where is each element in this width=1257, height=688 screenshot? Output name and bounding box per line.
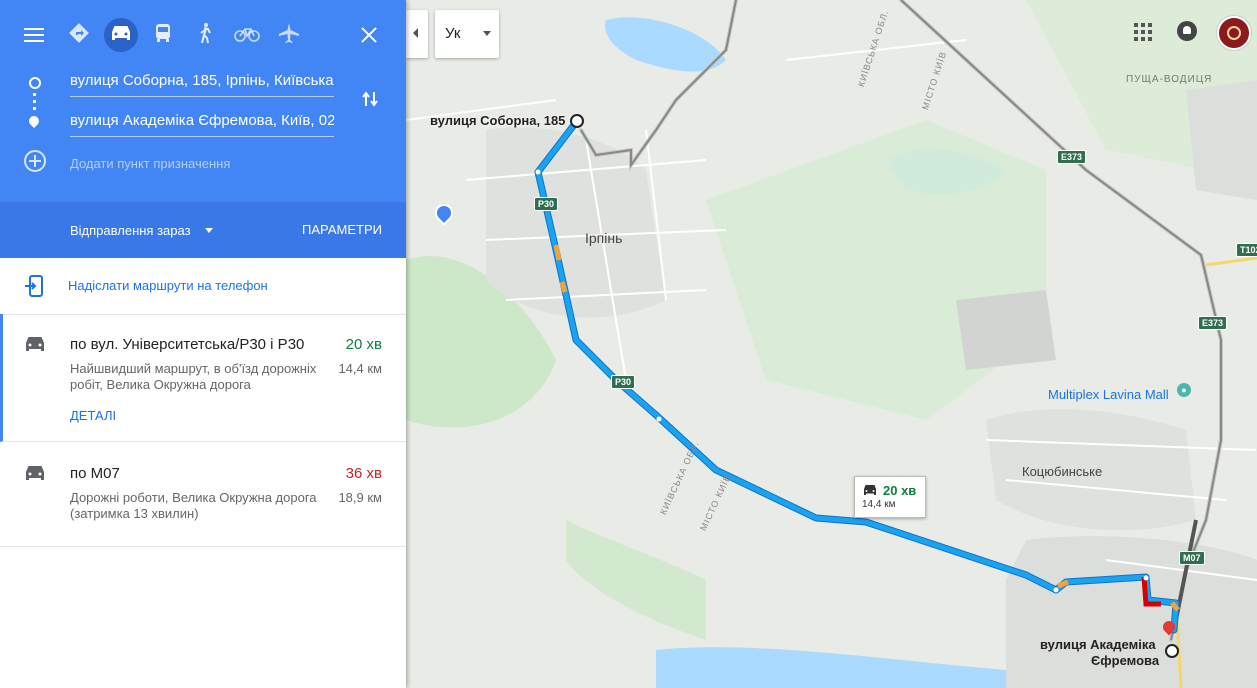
origin-label: вулиця Соборна, 185 [430, 113, 566, 128]
destination-label-line2: Єфремова [1091, 653, 1160, 668]
directions-header: вулиця Соборна, 185, Ірпінь, Київська ву… [0, 0, 406, 202]
origin-dot-icon [29, 77, 41, 89]
map-canvas[interactable]: вулиця Соборна, 185 вулиця Академіка Єфр… [406, 0, 1257, 688]
route-description: Дорожні роботи, Велика Окружна дорога (з… [70, 490, 317, 521]
bus-icon [154, 23, 172, 48]
avatar[interactable] [1217, 16, 1251, 50]
bubble-distance: 14,4 км [862, 499, 896, 510]
mode-transit-button[interactable] [146, 18, 180, 52]
menu-icon[interactable] [24, 27, 44, 43]
plane-icon [278, 22, 300, 49]
place-label-puscha: ПУЩА-ВОДИЦЯ [1126, 74, 1213, 85]
road-shield-e373: E373 [1057, 150, 1087, 164]
road-shield-m07: M07 [1179, 551, 1205, 565]
depart-label: Відправлення зараз [70, 223, 191, 238]
road-shield-e373: E373 [1198, 316, 1228, 330]
add-destination-icon[interactable] [24, 150, 46, 172]
place-label-mall[interactable]: Multiplex Lavina Mall [1048, 387, 1169, 402]
route-dots [33, 93, 36, 113]
directions-panel: вулиця Соборна, 185, Ірпінь, Київська ву… [0, 0, 406, 688]
walk-icon [197, 22, 213, 49]
route-option[interactable]: по М07 36 хв Дорожні роботи, Велика Окру… [0, 443, 406, 547]
route-time: 20 хв [345, 336, 382, 353]
mode-driving-button[interactable] [104, 18, 138, 52]
road-shield-p30: P30 [534, 197, 559, 211]
dropdown-arrow-icon [205, 228, 213, 234]
mode-flights-button[interactable] [272, 18, 306, 52]
options-bar: Відправлення зараз ПАРАМЕТРИ [0, 202, 406, 258]
route-title: по М07 [70, 465, 120, 482]
swap-icon[interactable] [360, 89, 380, 109]
place-label-kotsiubynske: Коцюбинське [1022, 464, 1103, 479]
road-shield-p30: P30 [611, 375, 636, 389]
origin-input[interactable]: вулиця Соборна, 185, Ірпінь, Київська [70, 68, 334, 97]
route-details-link[interactable]: ДЕТАЛІ [70, 408, 116, 423]
caret-left-icon [413, 28, 418, 38]
map-base [406, 0, 1257, 688]
bubble-time: 20 хв [883, 483, 917, 498]
depart-time-select[interactable]: Відправлення зараз [70, 222, 213, 240]
destination-marker[interactable] [1165, 644, 1179, 658]
route-options-button[interactable]: ПАРАМЕТРИ [302, 222, 382, 237]
car-icon [24, 464, 46, 487]
directions-icon [68, 22, 90, 49]
origin-marker[interactable] [570, 114, 584, 128]
route-distance: 18,9 км [338, 490, 382, 505]
mall-icon[interactable]: ● [1177, 383, 1191, 397]
map-type-selector[interactable]: Ук [435, 10, 499, 58]
destination-pin-icon [26, 113, 42, 129]
mode-cycling-button[interactable] [230, 18, 264, 52]
send-to-phone-label: Надіслати маршрути на телефон [68, 278, 268, 293]
route-time: 36 хв [345, 465, 382, 482]
map-type-value: Ук [445, 25, 461, 42]
close-icon[interactable] [358, 24, 380, 46]
route-option-selected[interactable]: по вул. Університетська/Р30 і Р30 20 хв … [0, 314, 406, 442]
route-description: Найшвидший маршрут, в об'їзд дорожніх ро… [70, 361, 317, 392]
bike-icon [234, 24, 260, 47]
destination-input[interactable]: вулиця Академіка Єфремова, Київ, 02 [70, 108, 334, 137]
route-distance: 14,4 км [338, 361, 382, 376]
mode-walking-button[interactable] [188, 18, 222, 52]
add-destination-field[interactable]: Додати пункт призначення [70, 156, 230, 171]
route-info-bubble[interactable]: 20 хв 14,4 км [854, 476, 926, 518]
collapse-panel-button[interactable] [406, 10, 428, 58]
mode-best-button[interactable] [62, 18, 96, 52]
route-title: по вул. Університетська/Р30 і Р30 [70, 336, 305, 353]
notifications-icon[interactable] [1177, 21, 1197, 41]
destination-label-line1: вулиця Академіка [1040, 637, 1156, 652]
send-to-phone-row[interactable]: Надіслати маршрути на телефон [0, 258, 406, 315]
car-icon [110, 24, 132, 47]
car-icon [24, 335, 46, 358]
send-to-phone-icon [24, 275, 44, 302]
road-shield-t102: T102 [1236, 243, 1257, 257]
dropdown-arrow-icon[interactable] [483, 31, 491, 36]
apps-grid-icon[interactable] [1134, 23, 1152, 41]
city-label-irpin: Ірпінь [585, 230, 623, 246]
